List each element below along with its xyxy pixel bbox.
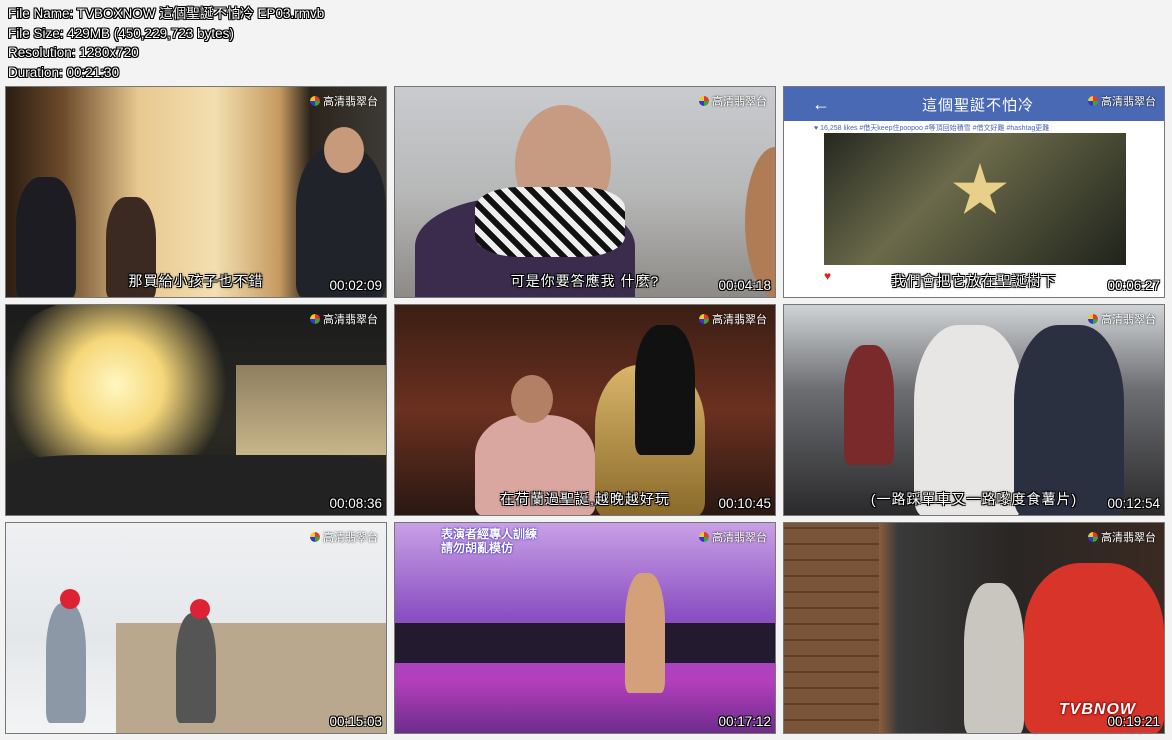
person-head	[324, 127, 364, 173]
channel-logo: 高清翡翠台	[310, 311, 378, 327]
skater	[46, 603, 86, 723]
thumbnail-5[interactable]: 高清翡翠台 在荷蘭過聖誕,越晚越好玩 00:10:45	[394, 304, 776, 516]
brick-wall	[784, 523, 879, 733]
duration: Duration: 00:21:30	[8, 64, 120, 80]
thumbnail-4[interactable]: 高清翡翠台 00:08:36	[5, 304, 387, 516]
audience	[395, 623, 775, 663]
buildings	[236, 365, 386, 455]
tvb-logo-icon	[1088, 532, 1098, 542]
channel-logo: 高清翡翠台	[699, 311, 767, 327]
thumbnail-7[interactable]: 高清翡翠台 00:15:03	[5, 522, 387, 734]
tvb-logo-icon	[310, 532, 320, 542]
social-title: 這個聖誕不怕冷	[922, 96, 1035, 114]
person	[635, 325, 695, 455]
tvb-logo-icon	[699, 96, 709, 106]
channel-logo: 高清翡翠台	[1088, 311, 1156, 327]
timestamp: 00:02:09	[329, 278, 382, 293]
channel-logo: 高清翡翠台	[310, 529, 378, 545]
tvb-logo-icon	[310, 314, 320, 324]
tvb-logo-icon	[699, 314, 709, 324]
channel-logo: 高清翡翠台	[699, 529, 767, 545]
thumbnail-1[interactable]: 高清翡翠台 那買給小孩子也不錯 00:02:09	[5, 86, 387, 298]
person-head	[511, 375, 553, 423]
thumbnail-2[interactable]: 高清翡翠台 可是你要答應我 什麼? 00:04:18	[394, 86, 776, 298]
timestamp: 00:17:12	[718, 714, 771, 729]
tvb-logo-icon	[1088, 96, 1098, 106]
performer	[625, 573, 665, 693]
timestamp: 00:15:03	[329, 714, 382, 729]
timestamp: 00:12:54	[1107, 496, 1160, 511]
social-photo	[824, 133, 1126, 265]
star-ornament-icon	[953, 163, 1007, 214]
person	[964, 583, 1024, 733]
timestamp: 00:04:18	[718, 278, 771, 293]
thumbnail-6[interactable]: 高清翡翠台 (一路踩單車又一路嚟度食薯片) 00:12:54	[783, 304, 1165, 516]
tvb-logo-icon	[699, 532, 709, 542]
channel-logo: 高清翡翠台	[699, 93, 767, 109]
thumbnail-3[interactable]: ← 這個聖誕不怕冷 ♥ 16,258 likes #借天keep住poopoo …	[783, 86, 1165, 298]
channel-logo: 高清翡翠台	[1088, 93, 1156, 109]
timestamp: 00:08:36	[329, 496, 382, 511]
timestamp: 00:19:21	[1107, 714, 1160, 729]
tvb-logo-icon	[1088, 314, 1098, 324]
timestamp: 00:06:27	[1107, 278, 1160, 293]
person	[844, 345, 894, 465]
timestamp: 00:10:45	[718, 496, 771, 511]
warning-caption: 表演者經專人訓練 請勿胡亂模仿	[441, 527, 538, 555]
back-arrow-icon: ←	[812, 93, 830, 114]
thumbnail-9[interactable]: TVBNOW 高清翡翠台 00:19:21	[783, 522, 1165, 734]
file-info: File Name: TVBOXNOW 這個聖誕不怕冷 EP03.rmvb Fi…	[8, 4, 324, 82]
person	[914, 325, 1024, 515]
santa-hat-icon	[190, 599, 210, 619]
file-size: File Size: 429MB (450,229,723 bytes)	[8, 25, 234, 41]
tvb-logo-icon	[310, 96, 320, 106]
channel-logo: 高清翡翠台	[1088, 529, 1156, 545]
channel-logo: 高清翡翠台	[310, 93, 378, 109]
person	[1014, 325, 1124, 515]
social-tags: ♥ 16,258 likes #借天keep住poopoo #等頂回始積雪 #借…	[814, 125, 1050, 132]
resolution: Resolution: 1280x720	[8, 45, 139, 61]
scarf	[475, 187, 625, 257]
skater	[176, 613, 216, 723]
file-name: File Name: TVBOXNOW 這個聖誕不怕冷 EP03.rmvb	[8, 6, 325, 21]
santa-hat-icon	[60, 589, 80, 609]
thumbnail-8[interactable]: 表演者經專人訓練 請勿胡亂模仿 高清翡翠台 00:17:12	[394, 522, 776, 734]
